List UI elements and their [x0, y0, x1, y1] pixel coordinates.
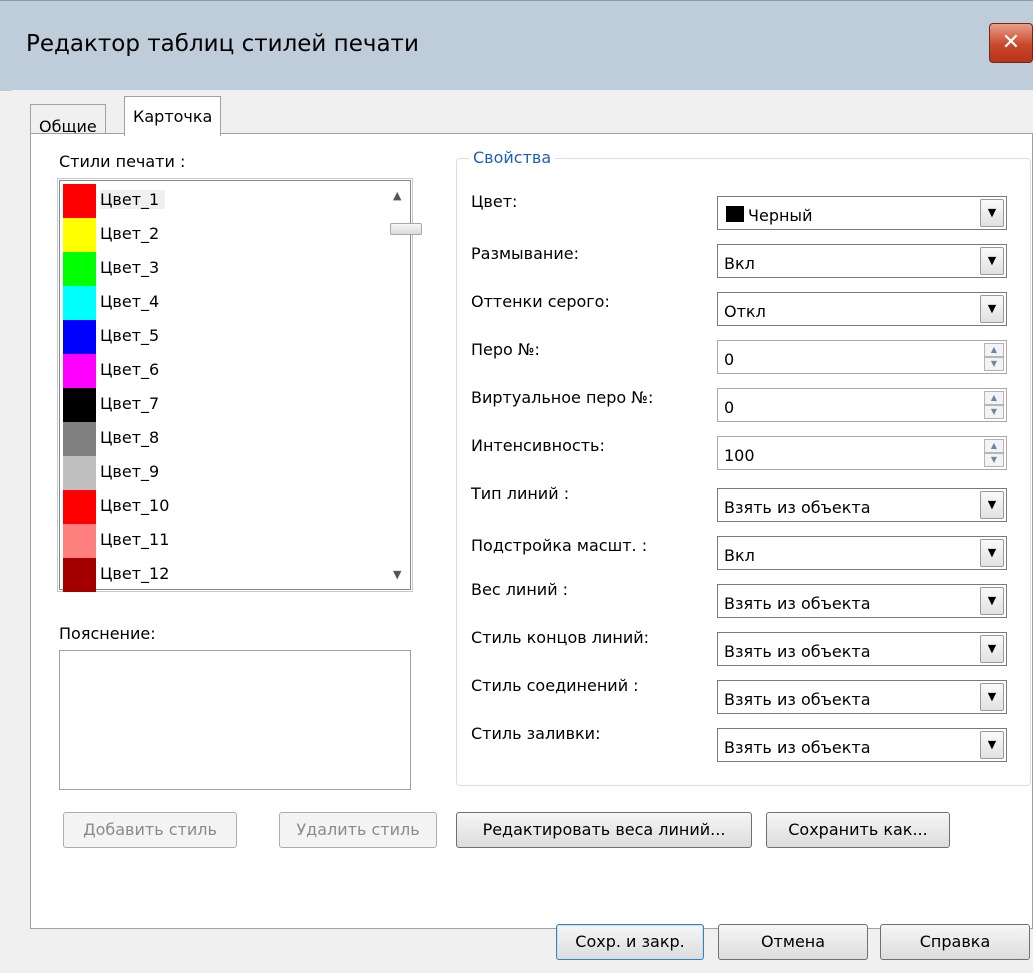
- color-swatch: [63, 490, 96, 524]
- intensity-spinner[interactable]: 100 ▲ ▼: [717, 436, 1007, 470]
- pen-value: 0: [724, 350, 735, 369]
- list-item-label: Цвет_8: [100, 428, 160, 447]
- color-swatch: [63, 320, 96, 354]
- color-swatch: [63, 456, 96, 490]
- color-combo[interactable]: Черный ▼: [717, 196, 1007, 230]
- dither-label: Размывание:: [471, 244, 579, 263]
- chevron-down-icon[interactable]: ▼: [980, 247, 1004, 275]
- line-end-label: Стиль концов линий:: [471, 628, 650, 647]
- chevron-down-icon[interactable]: ▼: [980, 199, 1004, 227]
- adaptive-value: Вкл: [724, 546, 755, 565]
- styles-scrollbar[interactable]: ▲ ▼: [388, 181, 422, 589]
- spin-arrows-icon[interactable]: ▲ ▼: [984, 439, 1004, 467]
- scroll-down-icon[interactable]: ▼: [393, 568, 401, 581]
- line-end-value: Взять из объекта: [724, 642, 871, 661]
- dialog-client: Общие Карточка Стили печати : Цвет_1 Цвет…: [12, 90, 1033, 973]
- list-item-label: Цвет_7: [100, 394, 160, 413]
- color-label: Цвет:: [471, 192, 518, 211]
- list-item-label: Цвет_10: [100, 496, 170, 515]
- spin-arrows-icon[interactable]: ▲ ▼: [984, 343, 1004, 371]
- pen-label: Перо №:: [471, 340, 540, 359]
- intensity-value: 100: [724, 446, 755, 465]
- color-swatch: [63, 218, 96, 252]
- styles-label: Стили печати :: [59, 152, 186, 171]
- grayscale-value: Откл: [724, 302, 766, 321]
- adaptive-combo[interactable]: Вкл ▼: [717, 536, 1007, 570]
- lineweight-combo[interactable]: Взять из объекта ▼: [717, 584, 1007, 618]
- delete-style-button[interactable]: Удалить стиль: [279, 812, 437, 848]
- spin-arrows-icon[interactable]: ▲ ▼: [984, 391, 1004, 419]
- virtual-pen-spinner[interactable]: 0 ▲ ▼: [717, 388, 1007, 422]
- intensity-label: Интенсивность:: [471, 436, 605, 455]
- dither-combo[interactable]: Вкл ▼: [717, 244, 1007, 278]
- grayscale-label: Оттенки серого:: [471, 292, 610, 311]
- line-join-combo[interactable]: Взять из объекта ▼: [717, 680, 1007, 714]
- scroll-up-icon[interactable]: ▲: [393, 189, 401, 202]
- line-join-value: Взять из объекта: [724, 690, 871, 709]
- cancel-button[interactable]: Отмена: [718, 924, 868, 960]
- fill-label: Стиль заливки:: [471, 724, 601, 743]
- close-button[interactable]: ✕: [989, 23, 1033, 63]
- chevron-down-icon[interactable]: ▼: [980, 539, 1004, 567]
- tab-panel: Стили печати : Цвет_1 Цвет_2 Цвет_3 Цвет_4 Ц…: [30, 133, 1033, 929]
- chevron-down-icon[interactable]: ▼: [980, 731, 1004, 759]
- scroll-thumb[interactable]: [390, 223, 422, 235]
- color-value: Черный: [748, 206, 813, 225]
- properties-legend: Свойства: [469, 148, 556, 167]
- list-item-label: Цвет_1: [100, 190, 166, 209]
- lineweight-value: Взять из объекта: [724, 594, 871, 613]
- save-close-button[interactable]: Сохр. и закр.: [556, 924, 704, 960]
- list-item-label: Цвет_12: [100, 564, 170, 583]
- chevron-down-icon[interactable]: ▼: [980, 295, 1004, 323]
- list-item-label: Цвет_11: [100, 530, 170, 549]
- add-style-button[interactable]: Добавить стиль: [63, 812, 237, 848]
- color-swatch: [63, 388, 96, 422]
- adaptive-label: Подстройка масшт. :: [471, 536, 648, 555]
- list-item-label: Цвет_3: [100, 258, 160, 277]
- color-swatch: [726, 206, 744, 222]
- color-swatch: [63, 558, 96, 592]
- color-swatch: [63, 252, 96, 286]
- linetype-value: Взять из объекта: [724, 498, 871, 517]
- list-item-label: Цвет_4: [100, 292, 160, 311]
- list-item-label: Цвет_2: [100, 224, 160, 243]
- fill-combo[interactable]: Взять из объекта ▼: [717, 728, 1007, 762]
- linetype-combo[interactable]: Взять из объекта ▼: [717, 488, 1007, 522]
- virtual-pen-label: Виртуальное перо №:: [471, 388, 654, 407]
- color-swatch: [63, 422, 96, 456]
- line-end-combo[interactable]: Взять из объекта ▼: [717, 632, 1007, 666]
- color-swatch: [63, 286, 96, 320]
- chevron-down-icon[interactable]: ▼: [980, 635, 1004, 663]
- grayscale-combo[interactable]: Откл ▼: [717, 292, 1007, 326]
- edit-lineweights-button[interactable]: Редактировать веса линий...: [456, 812, 752, 848]
- color-swatch: [63, 524, 96, 558]
- lineweight-label: Вес линий :: [471, 580, 569, 599]
- line-join-label: Стиль соединений :: [471, 676, 639, 695]
- note-textarea[interactable]: [59, 650, 411, 790]
- styles-listbox[interactable]: Цвет_1 Цвет_2 Цвет_3 Цвет_4 Цвет_5 Цвет_6 Цвет…: [57, 178, 422, 592]
- save-as-button[interactable]: Сохранить как...: [766, 812, 950, 848]
- list-item-label: Цвет_6: [100, 360, 160, 379]
- virtual-pen-value: 0: [724, 398, 735, 417]
- pen-spinner[interactable]: 0 ▲ ▼: [717, 340, 1007, 374]
- chevron-down-icon[interactable]: ▼: [980, 491, 1004, 519]
- close-icon: ✕: [1001, 30, 1021, 55]
- linetype-label: Тип линий :: [471, 484, 570, 503]
- tab-card[interactable]: Карточка: [124, 96, 222, 136]
- tab-general[interactable]: Общие: [30, 104, 106, 136]
- list-item-label: Цвет_9: [100, 462, 160, 481]
- chevron-down-icon[interactable]: ▼: [980, 683, 1004, 711]
- note-label: Пояснение:: [59, 624, 156, 643]
- help-button[interactable]: Справка: [880, 924, 1030, 960]
- window-title: Редактор таблиц стилей печати: [26, 31, 419, 57]
- list-item-label: Цвет_5: [100, 326, 160, 345]
- color-swatch: [63, 354, 96, 388]
- fill-value: Взять из объекта: [724, 738, 871, 757]
- dither-value: Вкл: [724, 254, 755, 273]
- title-bar: Редактор таблиц стилей печати ✕: [0, 0, 1033, 91]
- color-swatch: [63, 184, 96, 218]
- chevron-down-icon[interactable]: ▼: [980, 587, 1004, 615]
